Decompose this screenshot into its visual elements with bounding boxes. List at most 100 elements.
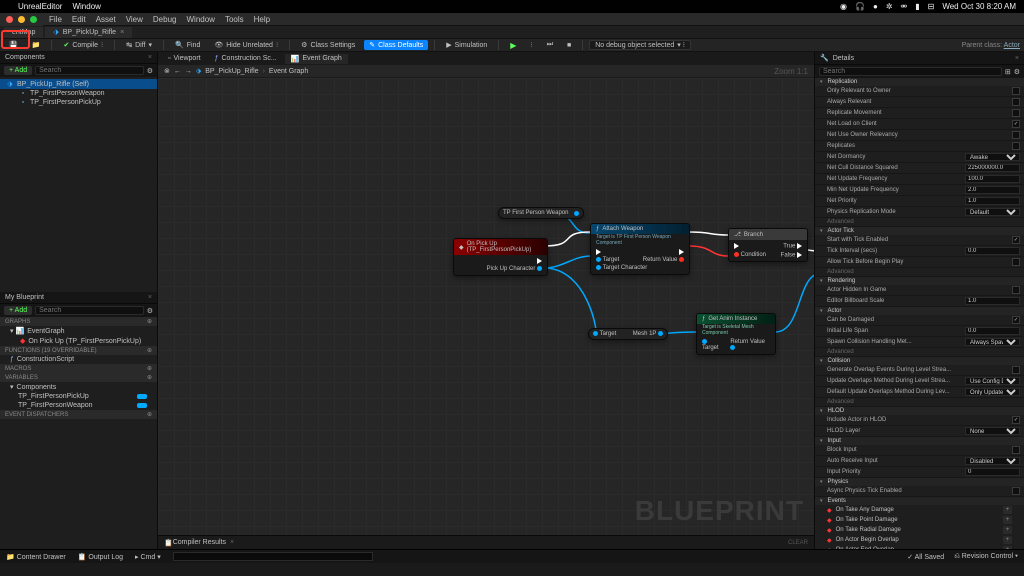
event-row[interactable]: ◆On Take Any Damage+: [815, 505, 1024, 515]
menu-asset[interactable]: Asset: [96, 15, 116, 24]
discord-icon[interactable]: ◉: [840, 2, 847, 11]
fan-icon[interactable]: ✲: [886, 2, 893, 11]
dispatchers-header[interactable]: EVENT DISPATCHERS⊕: [0, 410, 157, 419]
breadcrumb-eg[interactable]: Event Graph: [269, 68, 308, 75]
cat-actor-tick[interactable]: Actor Tick: [815, 227, 1024, 235]
debug-object-dropdown[interactable]: No debug object selected ▾ ⁝: [589, 40, 691, 50]
details-search-input[interactable]: [819, 67, 1002, 76]
node-attach-weapon[interactable]: ƒAttach Weapon Target is TP First Person…: [590, 223, 690, 275]
compile-button[interactable]: ✔Compile⁝: [58, 40, 108, 50]
content-drawer-button[interactable]: 📁 Content Drawer: [6, 553, 66, 561]
menu-help[interactable]: Help: [254, 15, 270, 24]
cat-physics[interactable]: Physics: [815, 478, 1024, 486]
component-weapon[interactable]: ▫TP_FirstPersonWeapon: [0, 89, 157, 98]
menu-view[interactable]: View: [126, 15, 143, 24]
class-defaults-button[interactable]: ✎Class Defaults: [364, 40, 428, 50]
phys-rep-select[interactable]: Default: [965, 208, 1020, 216]
min-update-input[interactable]: [965, 186, 1020, 194]
cat-replication[interactable]: Replication: [815, 78, 1024, 86]
diff-button[interactable]: ↹Diff▾: [121, 40, 157, 50]
menu-window[interactable]: Window: [186, 15, 214, 24]
event-graph-canvas[interactable]: TP First Person Weapon ◆On Pick Up (TP_F…: [158, 78, 814, 535]
save-button[interactable]: 💾: [4, 40, 23, 50]
console-input[interactable]: [173, 552, 373, 561]
net-priority-input[interactable]: [965, 197, 1020, 205]
breadcrumb-bp[interactable]: BP_PickUp_Rifle: [205, 68, 258, 75]
macros-header[interactable]: MACROS⊕: [0, 364, 157, 373]
add-event-button[interactable]: +: [1003, 536, 1012, 544]
filter-icon[interactable]: ⊞: [1005, 68, 1011, 76]
var-weapon[interactable]: TP_FirstPersonWeapon: [0, 401, 157, 410]
eventgraph-item[interactable]: ▾ 📊 EventGraph: [0, 326, 157, 336]
cat-input[interactable]: Input: [815, 437, 1024, 445]
variables-header[interactable]: VARIABLES⊕: [0, 373, 157, 382]
node-branch[interactable]: ⎇Branch True ConditionFalse: [728, 228, 808, 262]
component-root[interactable]: ⬗BP_PickUp_Rifle (Self): [0, 79, 157, 89]
cat-events[interactable]: Events: [815, 497, 1024, 505]
compiler-results-panel[interactable]: 📋 Compiler Results ×CLEAR: [158, 535, 814, 549]
checkbox[interactable]: [1012, 366, 1020, 374]
myblueprint-search-input[interactable]: [35, 306, 144, 315]
cat-rendering[interactable]: Rendering: [815, 277, 1024, 285]
graphs-header[interactable]: GRAPHS⊕: [0, 317, 157, 326]
close-icon[interactable]: ×: [1015, 55, 1019, 62]
find-button[interactable]: 🔍Find: [170, 40, 205, 50]
checkbox[interactable]: [1012, 87, 1020, 95]
update-freq-input[interactable]: [965, 175, 1020, 183]
revision-control-button[interactable]: ⎌ Revision Control ▾: [954, 553, 1018, 561]
tick-interval-input[interactable]: [965, 247, 1020, 255]
checkbox[interactable]: [1012, 286, 1020, 294]
eventgraph-event[interactable]: ◆On Pick Up (TP_FirstPersonPickUp): [0, 336, 157, 346]
checkbox[interactable]: [1012, 487, 1020, 495]
class-settings-button[interactable]: ⚙Class Settings: [296, 40, 360, 50]
close-icon[interactable]: ×: [148, 294, 152, 301]
add-event-button[interactable]: +: [1003, 546, 1012, 549]
event-row[interactable]: ◆On Actor Begin Overlap+: [815, 535, 1024, 545]
tab-level[interactable]: entMap: [4, 27, 43, 38]
settings-icon[interactable]: ⚙: [1014, 68, 1020, 76]
battery-icon[interactable]: ▮: [915, 2, 919, 11]
checkbox[interactable]: [1012, 446, 1020, 454]
step-button[interactable]: ⏭: [542, 40, 558, 50]
close-icon[interactable]: ×: [120, 29, 124, 36]
checkbox[interactable]: [1012, 258, 1020, 266]
component-pickup[interactable]: ▫TP_FirstPersonPickUp: [0, 98, 157, 107]
viewport-tab[interactable]: ▫ Viewport: [162, 54, 207, 63]
close-icon[interactable]: ×: [148, 54, 152, 61]
cull-input[interactable]: [965, 164, 1020, 172]
cat-hlod[interactable]: HLOD: [815, 407, 1024, 415]
event-row[interactable]: ◆On Take Point Damage+: [815, 515, 1024, 525]
settings-icon[interactable]: ⚙: [147, 67, 153, 75]
clock[interactable]: Wed Oct 30 8:20 AM: [942, 2, 1016, 11]
record-icon[interactable]: ●: [873, 2, 878, 11]
var-pickup[interactable]: TP_FirstPersonPickUp: [0, 392, 157, 401]
output-log-button[interactable]: 📋 Output Log: [78, 553, 123, 561]
play-button[interactable]: ▶: [505, 40, 521, 50]
checkbox[interactable]: [1012, 416, 1020, 424]
stop-button[interactable]: ■: [562, 40, 576, 50]
add-event-button[interactable]: +: [1003, 516, 1012, 524]
checkbox[interactable]: [1012, 142, 1020, 150]
spawn-collision-select[interactable]: Always Spawn, Ignore Collisions: [965, 338, 1020, 346]
control-center-icon[interactable]: ⊟: [928, 2, 935, 11]
play-options-icon[interactable]: ⁝: [525, 40, 537, 50]
construction-tab[interactable]: ƒ Construction Sc...: [209, 54, 283, 63]
browse-button[interactable]: 📁: [27, 40, 46, 50]
menu-tools[interactable]: Tools: [225, 15, 244, 24]
checkbox[interactable]: [1012, 120, 1020, 128]
parent-class-link[interactable]: Actor: [1004, 42, 1020, 49]
input-priority-input[interactable]: [965, 468, 1020, 476]
overlaps-method-select[interactable]: Use Config Default: [965, 377, 1020, 385]
menu-debug[interactable]: Debug: [153, 15, 177, 24]
menu-window[interactable]: Window: [72, 2, 100, 11]
checkbox[interactable]: [1012, 98, 1020, 106]
menu-edit[interactable]: Edit: [72, 15, 86, 24]
event-row[interactable]: ◆On Take Radial Damage+: [815, 525, 1024, 535]
add-new-button[interactable]: + Add: [4, 306, 32, 315]
billboard-input[interactable]: [965, 297, 1020, 305]
node-event-pickup[interactable]: ◆On Pick Up (TP_FirstPersonPickUp) Pick …: [453, 238, 548, 276]
eventgraph-tab[interactable]: 📊 Event Graph: [285, 54, 348, 64]
tab-blueprint[interactable]: ⬗BP_PickUp_Rifle×: [45, 27, 132, 38]
add-event-button[interactable]: +: [1003, 506, 1012, 514]
menu-file[interactable]: File: [49, 15, 62, 24]
